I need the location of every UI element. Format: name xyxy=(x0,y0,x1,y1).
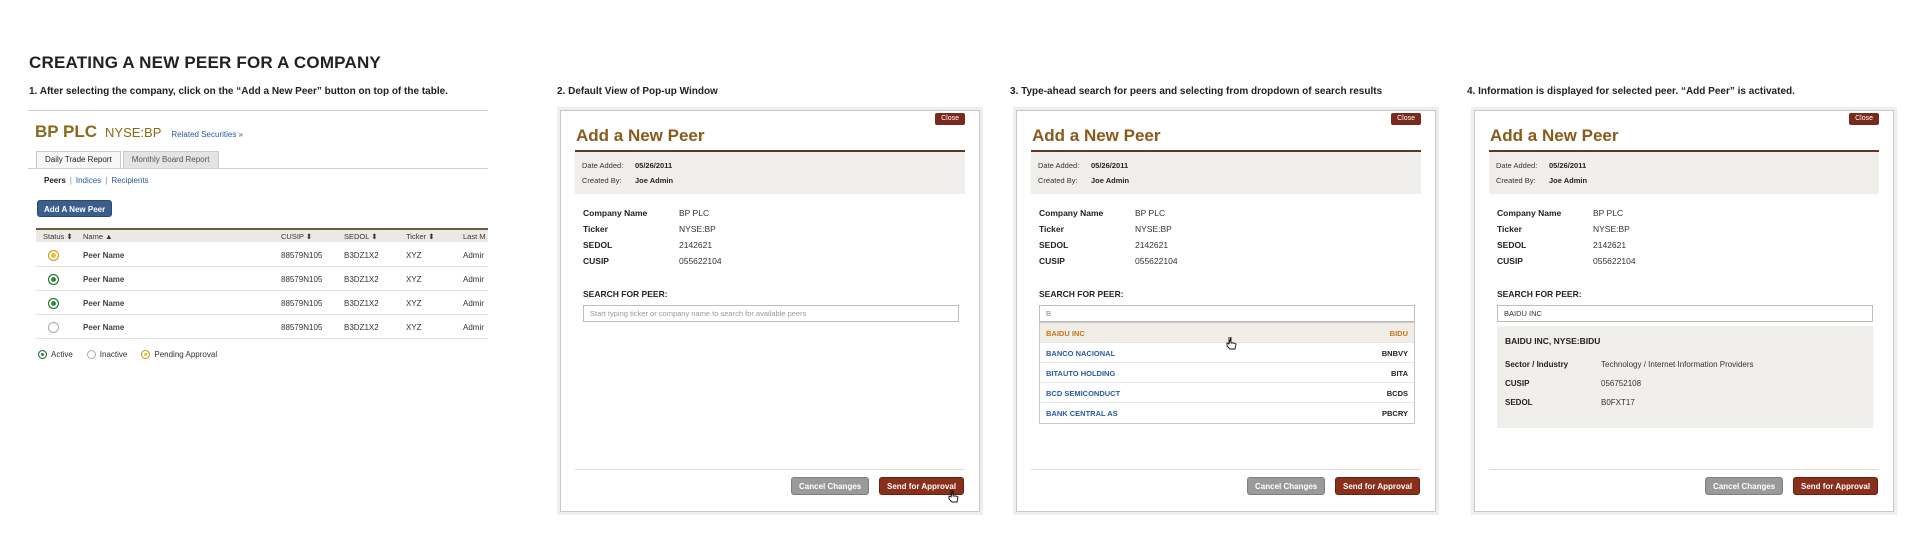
subnav-recipients[interactable]: Recipients xyxy=(111,176,148,185)
search-peer-input[interactable]: BAIDU INC xyxy=(1497,305,1873,322)
peer-name: Peer Name xyxy=(83,251,125,260)
active-status-icon xyxy=(38,350,47,359)
step-2-caption: 2. Default View of Pop-up Window xyxy=(557,86,718,97)
active-status-icon xyxy=(48,274,59,285)
search-peer-label: SEARCH FOR PEER: xyxy=(1497,289,1582,299)
company-header: BP PLC NYSE:BP Related Securities » xyxy=(35,122,243,142)
peer-last-modified: Admir xyxy=(463,323,484,332)
peer-sedol: B3DZ1X2 xyxy=(344,323,379,332)
search-peer-label: SEARCH FOR PEER: xyxy=(1039,289,1124,299)
modal-title: Add a New Peer xyxy=(1032,126,1161,145)
peer-name: Peer Name xyxy=(83,275,125,284)
modal-meta: Date Added: 05/26/2011 Created By: Joe Adm… xyxy=(1031,152,1421,194)
company-peers-panel: BP PLC NYSE:BP Related Securities » Dail… xyxy=(28,110,488,370)
report-tabs: Daily Trade Report Monthly Board Report xyxy=(36,151,221,168)
table-row[interactable]: Peer Name 88579N105 B3DZ1X2 XYZ Admir xyxy=(36,267,488,291)
peers-table-header: Status ⬍ Name ▲ CUSIP ⬍ SEDOL ⬍ Ticker ⬍… xyxy=(36,228,488,242)
search-peer-input[interactable]: Start typing ticker or company name to s… xyxy=(583,305,959,322)
send-for-approval-button[interactable]: Send for Approval xyxy=(1793,477,1879,495)
pending-status-icon xyxy=(48,250,59,261)
page-title: CREATING A NEW PEER FOR A COMPANY xyxy=(29,53,381,72)
close-button[interactable]: Close xyxy=(1849,113,1879,125)
search-peer-label: SEARCH FOR PEER: xyxy=(583,289,668,299)
modal-meta: Date Added: 05/26/2011 Created By: Joe Adm… xyxy=(1489,152,1879,194)
col-cusip[interactable]: CUSIP ⬍ xyxy=(281,232,312,241)
col-status[interactable]: Status ⬍ xyxy=(43,232,73,241)
peer-sedol: B3DZ1X2 xyxy=(344,299,379,308)
selected-peer-info: BAIDU INC, NYSE:BIDU Sector / Industry Te… xyxy=(1497,326,1873,428)
modal-title: Add a New Peer xyxy=(1490,126,1619,145)
add-new-peer-button[interactable]: Add A New Peer xyxy=(37,200,113,217)
col-name[interactable]: Name ▲ xyxy=(83,232,113,241)
search-peer-input[interactable]: B xyxy=(1039,305,1415,322)
inactive-status-icon xyxy=(48,322,59,333)
subnav-indices[interactable]: Indices xyxy=(76,176,101,185)
add-peer-modal-selected: Close Add a New Peer Date Added: 05/26/20… xyxy=(1474,110,1894,512)
add-peer-modal-search: Close Add a New Peer Date Added: 05/26/20… xyxy=(1016,110,1436,512)
selected-peer-title: BAIDU INC, NYSE:BIDU xyxy=(1505,336,1601,346)
col-last-modified[interactable]: Last M xyxy=(463,232,486,241)
close-button[interactable]: Close xyxy=(1391,113,1421,125)
related-securities-link[interactable]: Related Securities » xyxy=(171,130,243,139)
tab-daily-trade-report[interactable]: Daily Trade Report xyxy=(36,151,121,168)
table-row[interactable]: Peer Name 88579N105 B3DZ1X2 XYZ Admir xyxy=(36,243,488,267)
step-3-caption: 3. Type-ahead search for peers and selec… xyxy=(1010,86,1383,97)
subnav: Peers | Indices | Recipients xyxy=(44,176,149,185)
list-item[interactable]: BANK CENTRAL AS PBCRY xyxy=(1040,403,1414,423)
modal-meta: Date Added: 05/26/2011 Created By: Joe Adm… xyxy=(575,152,965,194)
peer-last-modified: Admir xyxy=(463,251,484,260)
pending-status-icon xyxy=(141,350,151,359)
inactive-status-icon xyxy=(86,350,96,359)
step-1-caption: 1. After selecting the company, click on… xyxy=(29,86,448,97)
peer-name: Peer Name xyxy=(83,299,125,308)
tab-monthly-board-report[interactable]: Monthly Board Report xyxy=(122,151,219,168)
legend-pending: Pending Approval xyxy=(141,350,217,359)
peer-cusip: 88579N105 xyxy=(281,251,323,260)
peer-cusip: 88579N105 xyxy=(281,323,323,332)
cancel-changes-button[interactable]: Cancel Changes xyxy=(791,477,870,495)
close-button[interactable]: Close xyxy=(935,113,965,125)
hand-cursor-icon xyxy=(948,489,959,503)
hand-cursor-icon xyxy=(1226,336,1237,350)
modal-title: Add a New Peer xyxy=(576,126,705,145)
peer-sedol: B3DZ1X2 xyxy=(344,275,379,284)
cancel-changes-button[interactable]: Cancel Changes xyxy=(1705,477,1784,495)
list-item[interactable]: BITAUTO HOLDING BITA xyxy=(1040,363,1414,383)
divider xyxy=(28,110,488,111)
peer-last-modified: Admir xyxy=(463,299,484,308)
peer-cusip: 88579N105 xyxy=(281,299,323,308)
list-item[interactable]: BCD SEMICONDUCT BCDS xyxy=(1040,383,1414,403)
peer-ticker: XYZ xyxy=(406,323,422,332)
active-status-icon xyxy=(48,298,59,309)
company-name: BP PLC xyxy=(35,122,98,141)
peer-cusip: 88579N105 xyxy=(281,275,323,284)
peer-name: Peer Name xyxy=(83,323,125,332)
peer-last-modified: Admir xyxy=(463,275,484,284)
step-4-caption: 4. Information is displayed for selected… xyxy=(1467,86,1795,97)
status-legend: Active Inactive Pending Approval xyxy=(38,350,231,359)
company-ticker: NYSE:BP xyxy=(105,125,162,140)
col-ticker[interactable]: Ticker ⬍ xyxy=(406,232,435,241)
add-peer-modal-default: Close Add a New Peer Date Added: 05/26/20… xyxy=(560,110,980,512)
subnav-peers[interactable]: Peers xyxy=(44,176,66,185)
table-row[interactable]: Peer Name 88579N105 B3DZ1X2 XYZ Admir xyxy=(36,315,488,339)
peer-ticker: XYZ xyxy=(406,275,422,284)
col-sedol[interactable]: SEDOL ⬍ xyxy=(344,232,378,241)
peer-ticker: XYZ xyxy=(406,299,422,308)
peer-sedol: B3DZ1X2 xyxy=(344,251,379,260)
peer-ticker: XYZ xyxy=(406,251,422,260)
legend-active: Active xyxy=(38,350,73,359)
cancel-changes-button[interactable]: Cancel Changes xyxy=(1247,477,1326,495)
table-row[interactable]: Peer Name 88579N105 B3DZ1X2 XYZ Admir xyxy=(36,291,488,315)
divider xyxy=(28,168,488,169)
send-for-approval-button[interactable]: Send for Approval xyxy=(1335,477,1421,495)
legend-inactive: Inactive xyxy=(86,350,127,359)
